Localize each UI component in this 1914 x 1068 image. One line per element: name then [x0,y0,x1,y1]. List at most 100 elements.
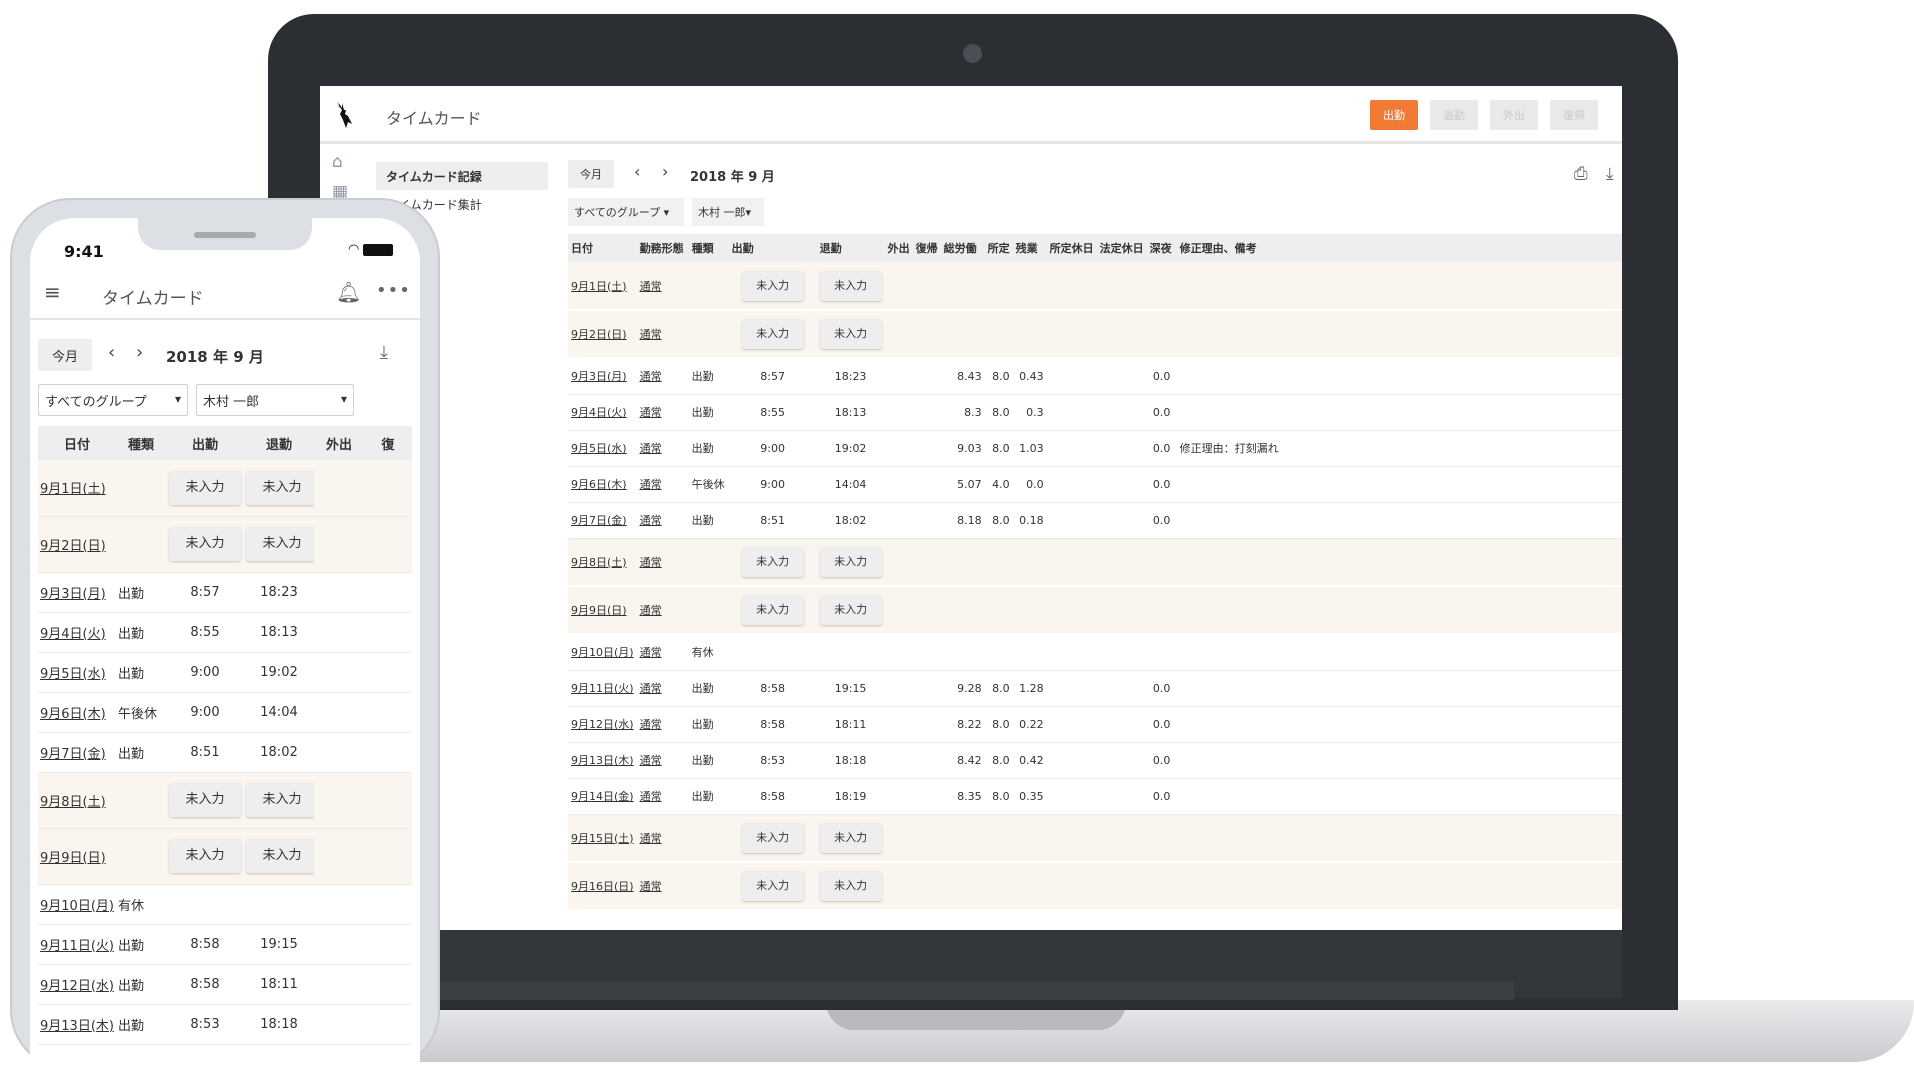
phone-not-entered-button[interactable]: 未入力 [169,783,241,817]
overtime-cell: 0.3 [1012,394,1047,431]
phone-not-entered-button[interactable]: 未入力 [246,783,314,817]
not-entered-button[interactable]: 未入力 [741,319,804,349]
date-link-text[interactable]: 9月5日(水) [571,442,627,455]
work-form-link-text[interactable]: 通常 [640,556,662,569]
bell-icon[interactable]: 🔔︎ [336,280,361,304]
phone-date-link[interactable]: 9月7日(金) [40,747,106,762]
clock-out-button[interactable]: 退勤 [1430,100,1478,130]
phone-date-link[interactable]: 9月11日(火) [40,939,114,954]
clock-in-button[interactable]: 出勤 [1370,100,1418,130]
phone-not-entered-button[interactable]: 未入力 [246,839,314,873]
print-icon[interactable]: ⎙ [1574,164,1588,184]
phone-date-link[interactable]: 9月3日(月) [40,587,106,602]
not-entered-button[interactable]: 未入力 [741,270,804,301]
more-icon[interactable]: ••• [376,280,411,301]
date-link-text[interactable]: 9月6日(木) [571,478,627,491]
group-select[interactable]: すべてのグループ ▾ [568,198,684,226]
work-form-link-text[interactable]: 通常 [640,280,662,293]
work-form-link-text[interactable]: 通常 [640,406,662,419]
phone-user-select[interactable]: 木村 一郎 ▾ [196,384,354,416]
date-link-text[interactable]: 9月8日(土) [571,556,627,569]
phone-frame: 9:41 ◠ ≡ タイムカード 🔔︎ ••• 今月 ‹ › 2018 年 9 月… [12,200,438,1068]
phone-return-cell [364,1004,412,1045]
go-out-button[interactable]: 外出 [1490,100,1538,130]
phone-date-link[interactable]: 9月13日(木) [40,1019,114,1034]
column-header: 勤務形態 [636,234,689,262]
not-entered-button[interactable]: 未入力 [819,595,882,625]
work-form-link-text[interactable]: 通常 [640,442,662,455]
phone-date-link[interactable]: 9月12日(水) [40,979,114,994]
clock-out-cell-text: 18:02 [834,513,867,527]
not-entered-button[interactable]: 未入力 [741,546,804,577]
not-entered-button[interactable]: 未入力 [741,871,804,901]
phone-not-entered-button[interactable]: 未入力 [246,527,314,561]
work-form-link-text[interactable]: 通常 [640,604,662,617]
date-link-text[interactable]: 9月16日(日) [571,880,634,893]
date-link-text[interactable]: 9月2日(日) [571,328,627,341]
next-month-icon[interactable]: › [662,162,668,181]
phone-date-link[interactable]: 9月5日(水) [40,667,106,682]
date-link-text[interactable]: 9月10日(月) [571,646,634,659]
phone-download-icon[interactable]: ⤓ [380,342,388,363]
calendar-icon[interactable]: ▦ [332,182,356,202]
phone-date-link[interactable]: 9月4日(火) [40,627,106,642]
download-icon[interactable]: ⤓ [1606,164,1614,184]
date-link-text[interactable]: 9月7日(金) [571,514,627,527]
user-select[interactable]: 木村 一郎 ▾ [692,198,764,226]
not-entered-button[interactable]: 未入力 [819,546,882,577]
not-entered-button[interactable]: 未入力 [819,319,882,349]
hamburger-menu-icon[interactable]: ≡ [44,280,61,304]
not-entered-button[interactable]: 未入力 [741,822,804,853]
phone-not-entered-button[interactable]: 未入力 [169,527,241,561]
home-icon[interactable]: ⌂ [332,152,356,172]
phone-group-select[interactable]: すべてのグループ ▾ [38,384,188,416]
deer-logo-icon[interactable] [332,100,358,130]
phone-date-link[interactable]: 9月1日(土) [40,482,106,497]
work-form-link-text[interactable]: 通常 [640,370,662,383]
date-link-text[interactable]: 9月12日(水) [571,718,634,731]
phone-date-link[interactable]: 9月2日(日) [40,539,106,554]
phone-date-link[interactable]: 9月9日(日) [40,851,106,866]
phone-date-link[interactable]: 9月6日(木) [40,707,106,722]
this-month-button[interactable]: 今月 [568,160,614,188]
not-entered-button[interactable]: 未入力 [819,822,882,853]
phone-prev-month-icon[interactable]: ‹ [108,342,115,363]
go-out-cell [884,262,913,311]
phone-not-entered-button[interactable]: 未入力 [246,470,314,505]
not-entered-button[interactable]: 未入力 [741,595,804,625]
prev-month-icon[interactable]: ‹ [634,162,640,181]
date-link-text[interactable]: 9月9日(日) [571,604,627,617]
phone-this-month-button[interactable]: 今月 [38,339,92,371]
work-form-link-text[interactable]: 通常 [640,514,662,527]
phone-not-entered-button[interactable]: 未入力 [169,839,241,873]
phone-date-link[interactable]: 9月10日(月) [40,899,114,914]
type-cell-text: 出勤 [691,754,714,767]
not-entered-button[interactable]: 未入力 [819,871,882,901]
date-link-text[interactable]: 9月4日(火) [571,406,627,419]
date-link-text[interactable]: 9月1日(土) [571,280,627,293]
date-link: 9月1日(土) [568,262,637,311]
night-hours-cell [1146,538,1177,587]
work-form-link-text[interactable]: 通常 [640,754,662,767]
phone-not-entered-button[interactable]: 未入力 [169,470,241,505]
phone-return-cell [364,652,412,693]
date-link-text[interactable]: 9月15日(土) [571,832,634,845]
work-form-link-text[interactable]: 通常 [640,880,662,893]
date-link-text[interactable]: 9月11日(火) [571,682,634,695]
work-form-link-text[interactable]: 通常 [640,718,662,731]
date-link-text[interactable]: 9月3日(月) [571,370,627,383]
work-form-link-text[interactable]: 通常 [640,682,662,695]
phone-out-cell [244,884,314,925]
phone-date-link[interactable]: 9月8日(土) [40,795,106,810]
date-link-text[interactable]: 9月13日(木) [571,754,634,767]
work-form-link-text[interactable]: 通常 [640,478,662,491]
work-form-link-text[interactable]: 通常 [640,328,662,341]
return-button[interactable]: 復帰 [1550,100,1598,130]
date-link-text[interactable]: 9月14日(金) [571,790,634,803]
phone-next-month-icon[interactable]: › [136,342,143,363]
work-form-link-text[interactable]: 通常 [640,646,662,659]
work-form-link-text[interactable]: 通常 [640,832,662,845]
subnav-item-record[interactable]: タイムカード記録 [376,162,548,190]
work-form-link-text[interactable]: 通常 [640,790,662,803]
not-entered-button[interactable]: 未入力 [819,270,882,301]
